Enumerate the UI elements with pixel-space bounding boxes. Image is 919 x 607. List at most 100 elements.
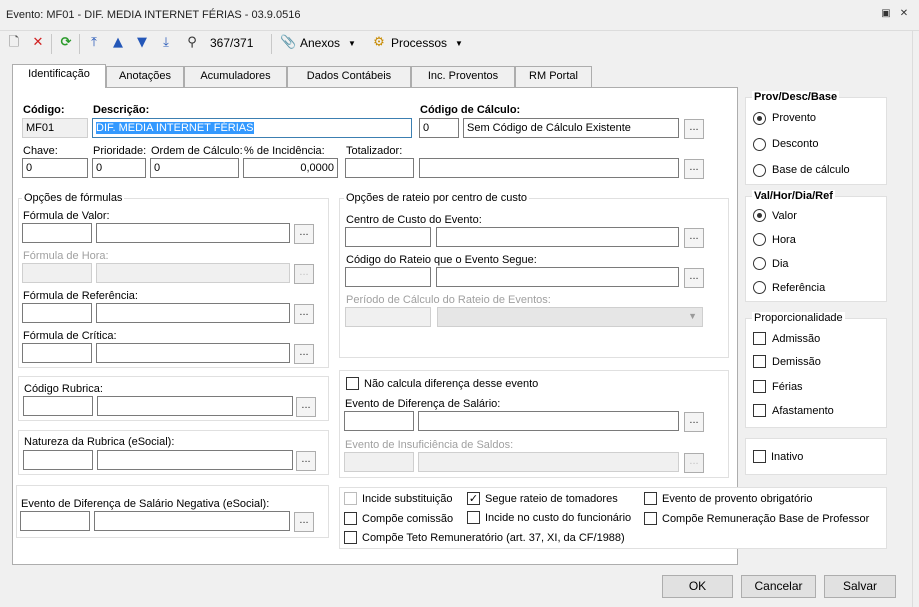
compoe-comissao-label: Compõe comissão	[362, 513, 454, 525]
codigo-label: Código:	[23, 104, 65, 116]
compoe-remuneracao-checkbox[interactable]	[644, 512, 657, 525]
radio-hora[interactable]	[753, 233, 766, 246]
radio-valor[interactable]	[753, 209, 766, 222]
ok-button[interactable]: OK	[662, 575, 733, 598]
centro-custo-label: Centro de Custo do Evento:	[346, 214, 482, 226]
totalizador-code-field[interactable]	[345, 158, 414, 178]
formula-hora-lookup-button: ...	[294, 264, 314, 284]
admissao-checkbox[interactable]	[753, 332, 766, 345]
periodo-rateio-label: Período de Cálculo do Rateio de Eventos:	[346, 294, 551, 306]
negativa-code[interactable]	[20, 511, 90, 531]
formula-hora-label: Fórmula de Hora:	[23, 250, 109, 262]
insuficiencia-label: Evento de Insuficiência de Saldos:	[345, 439, 514, 451]
demissao-checkbox[interactable]	[753, 355, 766, 368]
tab-acumuladores[interactable]: Acumuladores	[184, 66, 287, 87]
radio-desconto[interactable]	[753, 138, 766, 151]
negativa-description	[94, 511, 290, 531]
previous-record-icon[interactable]: ▲	[110, 35, 126, 51]
formula-valor-code[interactable]	[22, 223, 92, 243]
inativo-checkbox[interactable]	[753, 450, 766, 463]
nao-calcula-checkbox[interactable]	[346, 377, 359, 390]
formula-critica-description	[96, 343, 290, 363]
descricao-field[interactable]: DIF. MEDIA INTERNET FÉRIAS	[92, 118, 412, 138]
incidencia-label: % de Incidência:	[244, 145, 325, 157]
ferias-label: Férias	[772, 381, 803, 393]
codigo-rateio-lookup-button[interactable]: ...	[684, 268, 704, 288]
compoe-remuneracao-label: Compõe Remuneração Base de Professor	[662, 513, 870, 525]
rubrica-lookup-button[interactable]: ...	[296, 397, 316, 417]
new-icon[interactable]: 🗋	[6, 35, 22, 51]
val-hor-title: Val/Hor/Dia/Ref	[752, 190, 835, 202]
formula-referencia-lookup-button[interactable]: ...	[294, 304, 314, 324]
restore-icon[interactable]: ▣	[880, 8, 892, 20]
tab-identificacao[interactable]: Identificação	[12, 64, 106, 88]
evento-diferenca-lookup-button[interactable]: ...	[684, 412, 704, 432]
next-record-icon[interactable]: ▼	[134, 35, 150, 51]
radio-provento-label: Provento	[772, 112, 817, 124]
processos-menu[interactable]: Processos ▼	[391, 36, 463, 50]
radio-provento[interactable]	[753, 112, 766, 125]
refresh-icon[interactable]: ⟳	[58, 35, 74, 51]
anexos-menu[interactable]: Anexos ▼	[300, 36, 356, 50]
chave-field[interactable]: 0	[22, 158, 88, 178]
delete-icon[interactable]: ✕	[30, 35, 46, 51]
tab-anotacoes[interactable]: Anotações	[106, 66, 184, 87]
rubrica-code[interactable]	[23, 396, 93, 416]
periodo-rateio-code	[345, 307, 431, 327]
tab-dados-contabeis[interactable]: Dados Contábeis	[287, 66, 411, 87]
record-counter: 367/371	[210, 36, 254, 50]
natureza-lookup-button[interactable]: ...	[296, 451, 316, 471]
first-record-icon[interactable]: ⤒	[86, 35, 102, 51]
formula-referencia-code[interactable]	[22, 303, 92, 323]
last-record-icon[interactable]: ⤓	[158, 35, 174, 51]
codigo-calculo-field[interactable]: 0	[419, 118, 459, 138]
tab-inc-proventos[interactable]: Inc. Proventos	[411, 66, 515, 87]
incide-substituicao-checkbox	[344, 492, 357, 505]
centro-custo-code[interactable]	[345, 227, 431, 247]
window-title: Evento: MF01 - DIF. MEDIA INTERNET FÉRIA…	[6, 9, 301, 21]
totalizador-lookup-button[interactable]: ...	[684, 159, 704, 179]
centro-custo-lookup-button[interactable]: ...	[684, 228, 704, 248]
rateio-group-title: Opções de rateio por centro de custo	[344, 192, 529, 204]
negativa-lookup-button[interactable]: ...	[294, 512, 314, 532]
afastamento-label: Afastamento	[772, 405, 834, 417]
compoe-teto-checkbox[interactable]	[344, 531, 357, 544]
segue-rateio-checkbox[interactable]: ✓	[467, 492, 480, 505]
codigo-field[interactable]: MF01	[22, 118, 88, 138]
evento-diferenca-code[interactable]	[344, 411, 414, 431]
incide-custo-checkbox[interactable]	[467, 511, 480, 524]
centro-custo-description	[436, 227, 679, 247]
codigo-calculo-lookup-button[interactable]: ...	[684, 119, 704, 139]
formula-critica-label: Fórmula de Crítica:	[23, 330, 117, 342]
ordem-calculo-field[interactable]: 0	[150, 158, 239, 178]
cancelar-button[interactable]: Cancelar	[741, 575, 816, 598]
codigo-rateio-code[interactable]	[345, 267, 431, 287]
natureza-code[interactable]	[23, 450, 93, 470]
process-gear-icon: ⚙	[373, 35, 385, 50]
prov-desc-base-title: Prov/Desc/Base	[752, 91, 840, 103]
afastamento-checkbox[interactable]	[753, 404, 766, 417]
formula-critica-code[interactable]	[22, 343, 92, 363]
binoculars-icon[interactable]: ⚲	[184, 35, 200, 51]
provento-obrigatorio-checkbox[interactable]	[644, 492, 657, 505]
formula-critica-lookup-button[interactable]: ...	[294, 344, 314, 364]
scrollbar[interactable]	[912, 31, 919, 607]
incidencia-field[interactable]: 0,0000	[243, 158, 338, 178]
compoe-comissao-checkbox[interactable]	[344, 512, 357, 525]
proporcionalidade-title: Proporcionalidade	[752, 312, 845, 324]
insuficiencia-description	[418, 452, 679, 472]
radio-referencia[interactable]	[753, 281, 766, 294]
formula-valor-lookup-button[interactable]: ...	[294, 224, 314, 244]
insuficiencia-code	[344, 452, 414, 472]
tab-rm-portal[interactable]: RM Portal	[515, 66, 592, 87]
radio-dia[interactable]	[753, 257, 766, 270]
ferias-checkbox[interactable]	[753, 380, 766, 393]
toolbar-separator	[271, 34, 272, 54]
prioridade-field[interactable]: 0	[92, 158, 146, 178]
formula-referencia-label: Fórmula de Referência:	[23, 290, 138, 302]
totalizador-label: Totalizador:	[346, 145, 403, 157]
radio-base-calculo[interactable]	[753, 164, 766, 177]
close-icon[interactable]: ✕	[898, 8, 910, 20]
salvar-button[interactable]: Salvar	[824, 575, 896, 598]
processos-label: Processos	[391, 36, 448, 50]
